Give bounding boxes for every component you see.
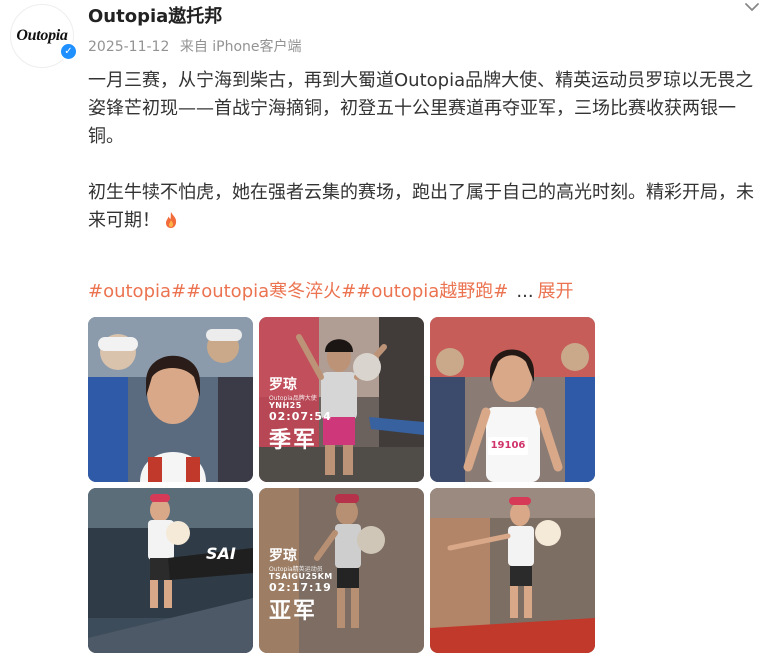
race-place: 季军 xyxy=(269,428,318,453)
bib-number: 19106 xyxy=(488,437,528,455)
race-place: 亚军 xyxy=(269,599,318,624)
post-paragraph-2-text: 初生牛犊不怕虎，她在强者云集的赛场，跑出了属于自己的高光时刻。精彩开局，未来可期… xyxy=(88,182,754,231)
post-source: 来自 iPhone客户端 xyxy=(179,39,302,55)
post-date[interactable]: 2025-11-12 xyxy=(88,39,169,55)
verified-badge-icon: ✓ xyxy=(59,42,78,61)
athlete-name: 罗琼 xyxy=(269,548,297,564)
photo-thumbnail[interactable]: 罗琼 Outopia精英运动员 TSAIGU25KM 02:17:19 亚军 xyxy=(259,488,424,653)
photo-image xyxy=(88,488,253,653)
photo-image xyxy=(430,488,595,653)
race-code: TSAIGU25KM xyxy=(269,572,333,581)
post-meta: 2025-11-12 来自 iPhone客户端 xyxy=(88,36,308,56)
post-paragraph-2: 初生牛犊不怕虎，她在强者云集的赛场，跑出了属于自己的高光时刻。精彩开局，未来可期… xyxy=(88,179,764,235)
photo-image xyxy=(430,317,595,482)
avatar-logo: Outopia xyxy=(16,27,68,44)
author-name[interactable]: Outopia遨托邦 xyxy=(88,2,222,28)
photo-thumbnail[interactable]: 19106 xyxy=(430,317,595,482)
photo-image xyxy=(88,317,253,482)
tag-row: #outopia##outopia寒冬淬火##outopia越野跑#... 展开 xyxy=(88,277,574,303)
fire-icon xyxy=(166,212,177,228)
photo-thumbnail[interactable] xyxy=(88,317,253,482)
chevron-down-icon[interactable] xyxy=(742,0,762,16)
athlete-name: 罗琼 xyxy=(269,377,297,393)
tag-link[interactable]: #outopia越野跑# xyxy=(356,281,508,302)
more-ellipsis: ... xyxy=(516,281,534,302)
photo-thumbnail[interactable] xyxy=(430,488,595,653)
photo-grid: 罗琼 Outopia品牌大使 YNH25 02:07:54 季军 19106 S… xyxy=(88,317,598,653)
photo-thumbnail[interactable]: 罗琼 Outopia品牌大使 YNH25 02:07:54 季军 xyxy=(259,317,424,482)
race-code: YNH25 xyxy=(269,401,302,410)
expand-link[interactable]: 展开 xyxy=(538,281,574,302)
tag-link[interactable]: #outopia# xyxy=(88,281,186,302)
tag-link[interactable]: #outopia寒冬淬火# xyxy=(186,281,356,302)
photo-thumbnail[interactable]: SAI xyxy=(88,488,253,653)
finish-banner-text: SAI xyxy=(206,544,236,563)
post-text: 一月三赛，从宁海到柴古，再到大蜀道Outopia品牌大使、精英运动员罗琼以无畏之… xyxy=(88,67,764,235)
post-paragraph-1: 一月三赛，从宁海到柴古，再到大蜀道Outopia品牌大使、精英运动员罗琼以无畏之… xyxy=(88,70,754,147)
